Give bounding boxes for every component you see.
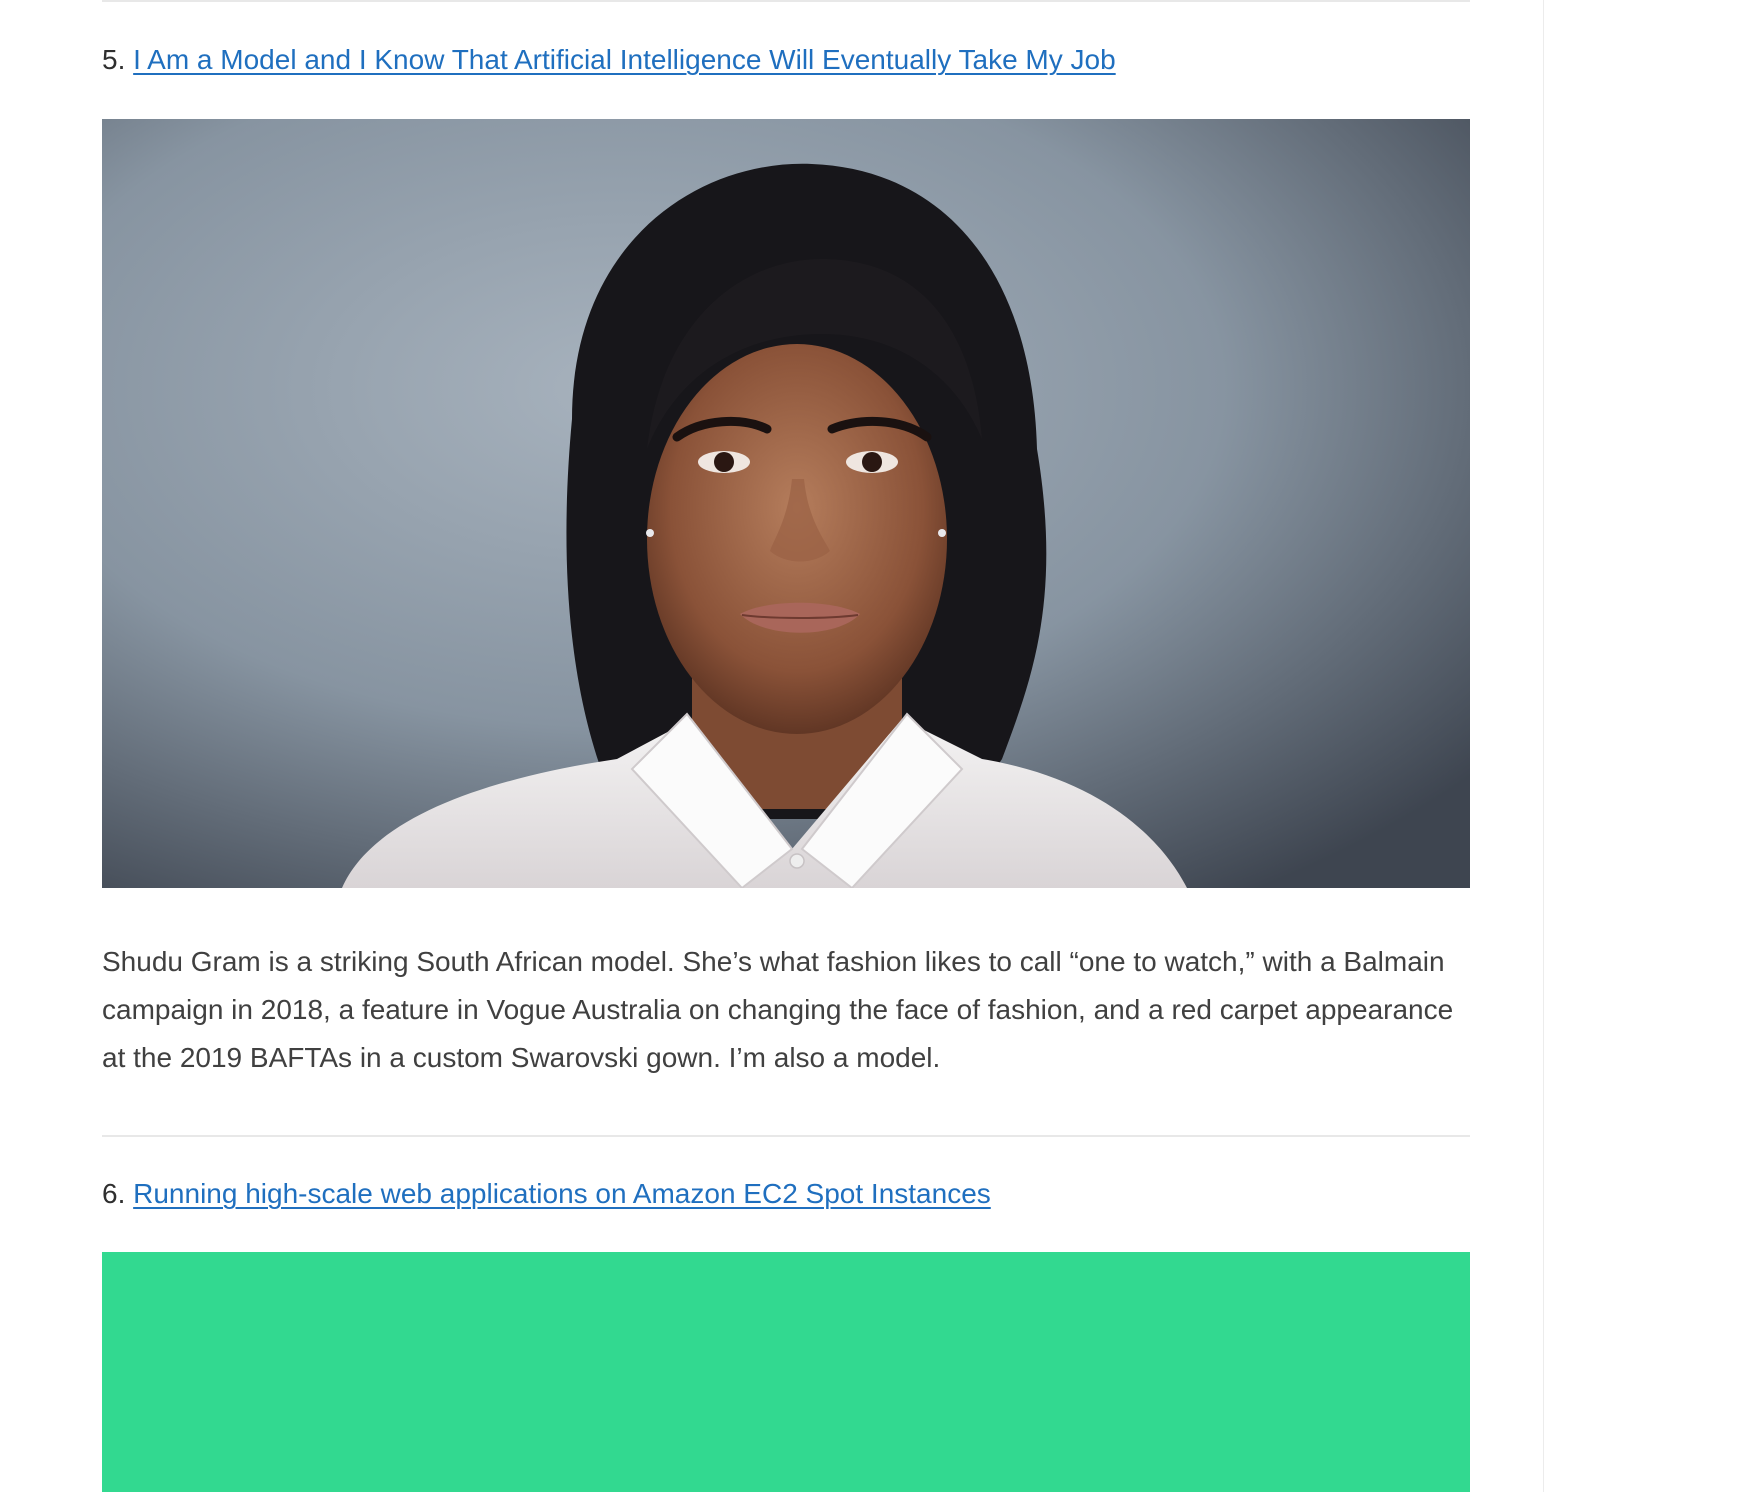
divider-between-items: [102, 1135, 1470, 1137]
article-paragraph: Shudu Gram is a striking South African m…: [102, 946, 1454, 1073]
portrait-photo: [102, 119, 1470, 888]
item-number: 6.: [102, 1178, 126, 1209]
divider-top: [102, 0, 1470, 2]
article-link-5[interactable]: I Am a Model and I Know That Artificial …: [133, 44, 1116, 75]
item-number: 5.: [102, 44, 126, 75]
article-item-6-heading: 6. Running high-scale web applications o…: [102, 1176, 991, 1212]
scroll-area-edge: [1543, 0, 1544, 1492]
article-link-6[interactable]: Running high-scale web applications on A…: [133, 1178, 991, 1209]
article-6-image-banner: [102, 1252, 1470, 1492]
article-photo: [102, 119, 1470, 888]
article-item-5-heading: 5. I Am a Model and I Know That Artifici…: [102, 42, 1116, 78]
